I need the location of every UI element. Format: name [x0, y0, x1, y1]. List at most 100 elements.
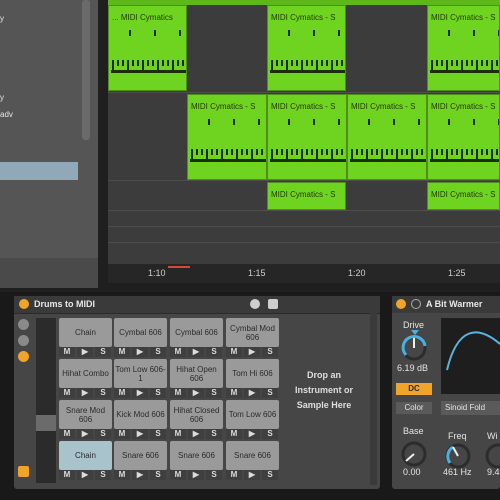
freq-knob[interactable] — [444, 442, 472, 470]
freq-value[interactable]: 461 Hz — [443, 467, 472, 477]
pad-play-button[interactable]: ▶ — [188, 429, 204, 439]
pad-mute-button[interactable]: M — [170, 388, 186, 398]
drum-pad[interactable]: Snare 606 — [170, 441, 223, 470]
dc-toggle[interactable]: DC — [396, 383, 432, 395]
width-value[interactable]: 9.4 — [487, 467, 500, 477]
drum-pad[interactable]: Chain — [59, 318, 112, 347]
drop-zone-text[interactable]: Drop an Instrument or Sample Here — [290, 368, 358, 413]
pad-mute-button[interactable]: M — [170, 470, 186, 480]
shaper-select[interactable]: Sinoid Fold — [441, 401, 500, 415]
drum-pad[interactable]: Tom Low 606 — [226, 400, 279, 429]
drum-pad[interactable]: Cymbal 606 — [170, 318, 223, 347]
pad-mute-button[interactable]: M — [226, 388, 242, 398]
show-macros-icon[interactable] — [18, 319, 29, 330]
pad-play-button[interactable]: ▶ — [244, 470, 260, 480]
browser-item[interactable]: adv — [0, 110, 13, 120]
midi-clip[interactable]: MIDI Cymatics - S — [267, 5, 346, 91]
pad-play-button[interactable]: ▶ — [244, 388, 260, 398]
color-toggle[interactable]: Color — [396, 402, 432, 414]
pad-solo-button[interactable]: S — [95, 388, 111, 398]
drum-pad[interactable]: Hihat Open 606 — [170, 359, 223, 388]
drum-pad[interactable]: Kick Mod 606 — [114, 400, 167, 429]
pad-solo-button[interactable]: S — [206, 429, 222, 439]
midi-clip[interactable]: MIDI Cymatics - S — [347, 94, 427, 180]
midi-clip[interactable]: MIDI Cymatics - S — [427, 94, 500, 180]
drum-pad[interactable]: Snare 606 — [114, 441, 167, 470]
show-pads-icon[interactable] — [18, 351, 29, 362]
save-preset-icon[interactable] — [268, 299, 278, 309]
pad-mute-button[interactable]: M — [170, 347, 186, 357]
pad-mute-button[interactable]: M — [114, 388, 130, 398]
drum-pad[interactable]: Snare Mod 606 — [59, 400, 112, 429]
pad-play-button[interactable]: ▶ — [132, 388, 148, 398]
device-activator[interactable] — [396, 299, 406, 309]
pad-mute-button[interactable]: M — [114, 470, 130, 480]
pad-play-button[interactable]: ▶ — [188, 347, 204, 357]
pad-mute-button[interactable]: M — [114, 347, 130, 357]
pad-solo-button[interactable]: S — [206, 347, 222, 357]
browser-selected-item[interactable] — [0, 162, 78, 180]
browser-item[interactable]: y — [0, 93, 4, 103]
pad-mute-button[interactable]: M — [226, 347, 242, 357]
pad-solo-button[interactable]: S — [262, 429, 278, 439]
pad-play-button[interactable]: ▶ — [244, 429, 260, 439]
pad-overview[interactable] — [36, 318, 56, 483]
drum-pad[interactable]: Chain — [59, 441, 112, 470]
pad-solo-button[interactable]: S — [95, 429, 111, 439]
pad-solo-button[interactable]: S — [262, 470, 278, 480]
pad-solo-button[interactable]: S — [95, 470, 111, 480]
play-icon[interactable] — [411, 299, 421, 309]
pad-mute-button[interactable]: M — [226, 470, 242, 480]
drum-pad[interactable]: Snare 606 — [226, 441, 279, 470]
midi-clip[interactable]: ... MIDI Cymatics — [108, 5, 187, 91]
width-knob[interactable] — [484, 442, 500, 470]
rack-scrollbar[interactable] — [370, 300, 377, 485]
pad-overview-view[interactable] — [36, 415, 56, 431]
pad-solo-button[interactable]: S — [262, 347, 278, 357]
pad-play-button[interactable]: ▶ — [77, 347, 93, 357]
drum-pad[interactable]: Hihat Combo — [59, 359, 112, 388]
drum-pad[interactable]: Tom Hi 606 — [226, 359, 279, 388]
pad-solo-button[interactable]: S — [262, 388, 278, 398]
pad-play-button[interactable]: ▶ — [132, 470, 148, 480]
pad-solo-button[interactable]: S — [206, 388, 222, 398]
pad-play-button[interactable]: ▶ — [132, 429, 148, 439]
hot-swap-icon[interactable] — [250, 299, 260, 309]
timeline-ruler[interactable] — [108, 264, 500, 283]
pad-solo-button[interactable]: S — [150, 347, 166, 357]
pad-mute-button[interactable]: M — [59, 388, 75, 398]
pad-play-button[interactable]: ▶ — [132, 347, 148, 357]
base-value[interactable]: 0.00 — [403, 467, 421, 477]
pad-solo-button[interactable]: S — [95, 347, 111, 357]
pad-mute-button[interactable]: M — [170, 429, 186, 439]
midi-clip[interactable]: MIDI Cymatics - S — [267, 94, 347, 180]
base-knob[interactable] — [400, 440, 428, 468]
pad-solo-button[interactable]: S — [150, 388, 166, 398]
pad-play-button[interactable]: ▶ — [188, 388, 204, 398]
drum-pad[interactable]: Tom Low 606-1 — [114, 359, 167, 388]
pad-mute-button[interactable]: M — [59, 429, 75, 439]
drive-value[interactable]: 6.19 dB — [397, 363, 428, 373]
pad-mute-button[interactable]: M — [226, 429, 242, 439]
pad-play-button[interactable]: ▶ — [244, 347, 260, 357]
midi-clip[interactable]: MIDI Cymatics - S — [427, 182, 500, 210]
midi-clip[interactable]: MIDI Cymatics - S — [187, 94, 267, 180]
pad-mute-button[interactable]: M — [114, 429, 130, 439]
drive-knob[interactable] — [400, 334, 428, 362]
midi-clip[interactable]: MIDI Cymatics - S — [267, 182, 346, 210]
drum-pad[interactable]: Hihat Closed 606 — [170, 400, 223, 429]
pad-play-button[interactable]: ▶ — [77, 470, 93, 480]
pad-play-button[interactable]: ▶ — [77, 429, 93, 439]
pad-solo-button[interactable]: S — [150, 429, 166, 439]
drum-pad[interactable]: Cymbal Mod 606 — [226, 318, 279, 347]
browser-scrollbar[interactable] — [82, 0, 90, 140]
show-chains-icon[interactable] — [18, 335, 29, 346]
device-activator[interactable] — [19, 299, 29, 309]
pad-play-button[interactable]: ▶ — [77, 388, 93, 398]
drum-pad[interactable]: Cymbal 606 — [114, 318, 167, 347]
pad-play-button[interactable]: ▶ — [188, 470, 204, 480]
pad-mute-button[interactable]: M — [59, 470, 75, 480]
browser-item[interactable]: y — [0, 14, 4, 24]
pad-solo-button[interactable]: S — [150, 470, 166, 480]
pad-mute-button[interactable]: M — [59, 347, 75, 357]
